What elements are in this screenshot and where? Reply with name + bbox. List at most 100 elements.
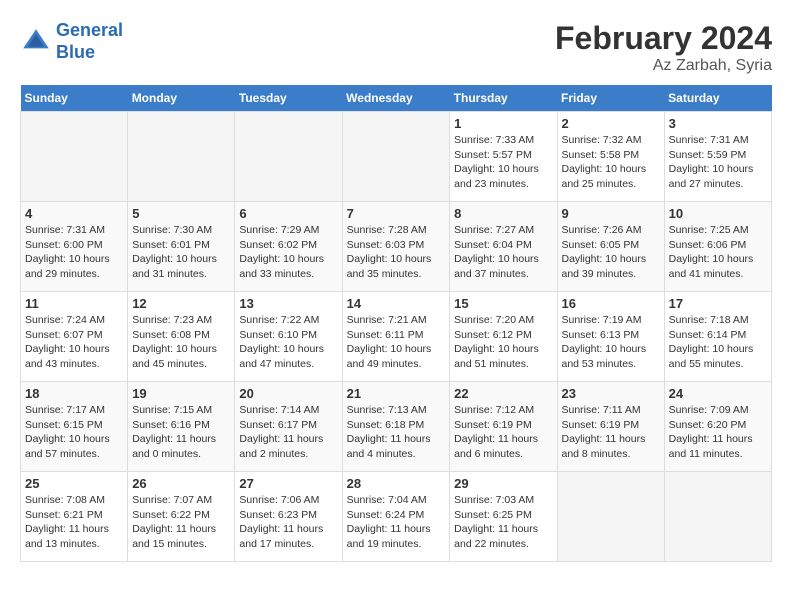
day-number: 22 [454,386,552,401]
day-number: 14 [347,296,446,311]
weekday-header-tuesday: Tuesday [235,85,342,112]
day-number: 18 [25,386,123,401]
weekday-header-saturday: Saturday [664,85,771,112]
logo: General Blue [20,20,123,63]
day-number: 17 [669,296,767,311]
logo-text: General Blue [56,20,123,63]
calendar-cell: 25 Sunrise: 7:08 AM Sunset: 6:21 PM Dayli… [21,472,128,562]
calendar-week-row: 18 Sunrise: 7:17 AM Sunset: 6:15 PM Dayli… [21,382,772,472]
day-number: 25 [25,476,123,491]
calendar-week-row: 11Sunrise: 7:24 AM Sunset: 6:07 PM Dayli… [21,292,772,382]
calendar-cell: 22 Sunrise: 7:12 AM Sunset: 6:19 PM Dayli… [450,382,557,472]
day-number: 19 [132,386,230,401]
day-info: Sunrise: 7:04 AM Sunset: 6:24 PM Dayligh… [347,493,446,552]
logo-icon [20,26,52,58]
day-info: Sunrise: 7:19 AM Sunset: 6:13 PM Dayligh… [562,313,660,372]
day-number: 28 [347,476,446,491]
day-info: Sunrise: 7:11 AM Sunset: 6:19 PM Dayligh… [562,403,660,462]
calendar-cell: 5 Sunrise: 7:30 AM Sunset: 6:01 PM Daylig… [128,202,235,292]
calendar-cell: 11Sunrise: 7:24 AM Sunset: 6:07 PM Dayli… [21,292,128,382]
day-info: Sunrise: 7:31 AM Sunset: 6:00 PM Dayligh… [25,223,123,282]
day-number: 6 [239,206,337,221]
day-number: 9 [562,206,660,221]
calendar-cell: 6 Sunrise: 7:29 AM Sunset: 6:02 PM Daylig… [235,202,342,292]
calendar-cell: 8 Sunrise: 7:27 AM Sunset: 6:04 PM Daylig… [450,202,557,292]
day-number: 13 [239,296,337,311]
day-info: Sunrise: 7:08 AM Sunset: 6:21 PM Dayligh… [25,493,123,552]
calendar-week-row: 4 Sunrise: 7:31 AM Sunset: 6:00 PM Daylig… [21,202,772,292]
weekday-header-friday: Friday [557,85,664,112]
day-info: Sunrise: 7:20 AM Sunset: 6:12 PM Dayligh… [454,313,552,372]
day-info: Sunrise: 7:32 AM Sunset: 5:58 PM Dayligh… [562,133,660,192]
day-info: Sunrise: 7:12 AM Sunset: 6:19 PM Dayligh… [454,403,552,462]
calendar-cell [235,112,342,202]
day-info: Sunrise: 7:33 AM Sunset: 5:57 PM Dayligh… [454,133,552,192]
day-number: 29 [454,476,552,491]
calendar-cell: 26 Sunrise: 7:07 AM Sunset: 6:22 PM Dayli… [128,472,235,562]
day-info: Sunrise: 7:22 AM Sunset: 6:10 PM Dayligh… [239,313,337,372]
calendar-cell [557,472,664,562]
day-info: Sunrise: 7:09 AM Sunset: 6:20 PM Dayligh… [669,403,767,462]
weekday-header-thursday: Thursday [450,85,557,112]
calendar-cell: 17 Sunrise: 7:18 AM Sunset: 6:14 PM Dayli… [664,292,771,382]
day-info: Sunrise: 7:27 AM Sunset: 6:04 PM Dayligh… [454,223,552,282]
day-info: Sunrise: 7:06 AM Sunset: 6:23 PM Dayligh… [239,493,337,552]
calendar-week-row: 25 Sunrise: 7:08 AM Sunset: 6:21 PM Dayli… [21,472,772,562]
day-info: Sunrise: 7:07 AM Sunset: 6:22 PM Dayligh… [132,493,230,552]
calendar-cell: 1 Sunrise: 7:33 AM Sunset: 5:57 PM Daylig… [450,112,557,202]
day-info: Sunrise: 7:28 AM Sunset: 6:03 PM Dayligh… [347,223,446,282]
day-info: Sunrise: 7:31 AM Sunset: 5:59 PM Dayligh… [669,133,767,192]
day-number: 15 [454,296,552,311]
calendar-cell: 19Sunrise: 7:15 AM Sunset: 6:16 PM Dayli… [128,382,235,472]
calendar-cell: 20 Sunrise: 7:14 AM Sunset: 6:17 PM Dayli… [235,382,342,472]
calendar-cell: 24 Sunrise: 7:09 AM Sunset: 6:20 PM Dayli… [664,382,771,472]
day-number: 23 [562,386,660,401]
day-number: 5 [132,206,230,221]
day-info: Sunrise: 7:23 AM Sunset: 6:08 PM Dayligh… [132,313,230,372]
day-info: Sunrise: 7:17 AM Sunset: 6:15 PM Dayligh… [25,403,123,462]
weekday-header-row: SundayMondayTuesdayWednesdayThursdayFrid… [21,85,772,112]
month-year: February 2024 [555,20,772,57]
day-number: 27 [239,476,337,491]
day-info: Sunrise: 7:25 AM Sunset: 6:06 PM Dayligh… [669,223,767,282]
calendar-cell [21,112,128,202]
day-info: Sunrise: 7:30 AM Sunset: 6:01 PM Dayligh… [132,223,230,282]
day-info: Sunrise: 7:14 AM Sunset: 6:17 PM Dayligh… [239,403,337,462]
calendar-cell: 16Sunrise: 7:19 AM Sunset: 6:13 PM Dayli… [557,292,664,382]
calendar-cell: 9 Sunrise: 7:26 AM Sunset: 6:05 PM Daylig… [557,202,664,292]
calendar-cell: 12Sunrise: 7:23 AM Sunset: 6:08 PM Dayli… [128,292,235,382]
day-info: Sunrise: 7:18 AM Sunset: 6:14 PM Dayligh… [669,313,767,372]
calendar-cell: 7 Sunrise: 7:28 AM Sunset: 6:03 PM Daylig… [342,202,450,292]
weekday-header-monday: Monday [128,85,235,112]
day-info: Sunrise: 7:26 AM Sunset: 6:05 PM Dayligh… [562,223,660,282]
day-number: 1 [454,116,552,131]
day-number: 26 [132,476,230,491]
day-number: 3 [669,116,767,131]
calendar-cell: 28 Sunrise: 7:04 AM Sunset: 6:24 PM Dayli… [342,472,450,562]
calendar-cell: 23 Sunrise: 7:11 AM Sunset: 6:19 PM Dayli… [557,382,664,472]
calendar-cell [342,112,450,202]
calendar-cell: 4 Sunrise: 7:31 AM Sunset: 6:00 PM Daylig… [21,202,128,292]
day-number: 4 [25,206,123,221]
day-info: Sunrise: 7:29 AM Sunset: 6:02 PM Dayligh… [239,223,337,282]
calendar-cell: 21 Sunrise: 7:13 AM Sunset: 6:18 PM Dayli… [342,382,450,472]
calendar-cell: 10Sunrise: 7:25 AM Sunset: 6:06 PM Dayli… [664,202,771,292]
calendar-cell: 14 Sunrise: 7:21 AM Sunset: 6:11 PM Dayli… [342,292,450,382]
day-info: Sunrise: 7:21 AM Sunset: 6:11 PM Dayligh… [347,313,446,372]
calendar-week-row: 1 Sunrise: 7:33 AM Sunset: 5:57 PM Daylig… [21,112,772,202]
calendar-cell: 29Sunrise: 7:03 AM Sunset: 6:25 PM Dayli… [450,472,557,562]
day-number: 20 [239,386,337,401]
day-info: Sunrise: 7:13 AM Sunset: 6:18 PM Dayligh… [347,403,446,462]
calendar-cell: 2Sunrise: 7:32 AM Sunset: 5:58 PM Daylig… [557,112,664,202]
calendar-cell [664,472,771,562]
day-number: 8 [454,206,552,221]
weekday-header-sunday: Sunday [21,85,128,112]
day-number: 7 [347,206,446,221]
weekday-header-wednesday: Wednesday [342,85,450,112]
location: Az Zarbah, Syria [555,57,772,75]
calendar-table: SundayMondayTuesdayWednesdayThursdayFrid… [20,85,772,562]
day-number: 24 [669,386,767,401]
calendar-cell: 3 Sunrise: 7:31 AM Sunset: 5:59 PM Daylig… [664,112,771,202]
title-block: February 2024 Az Zarbah, Syria [555,20,772,75]
day-number: 21 [347,386,446,401]
